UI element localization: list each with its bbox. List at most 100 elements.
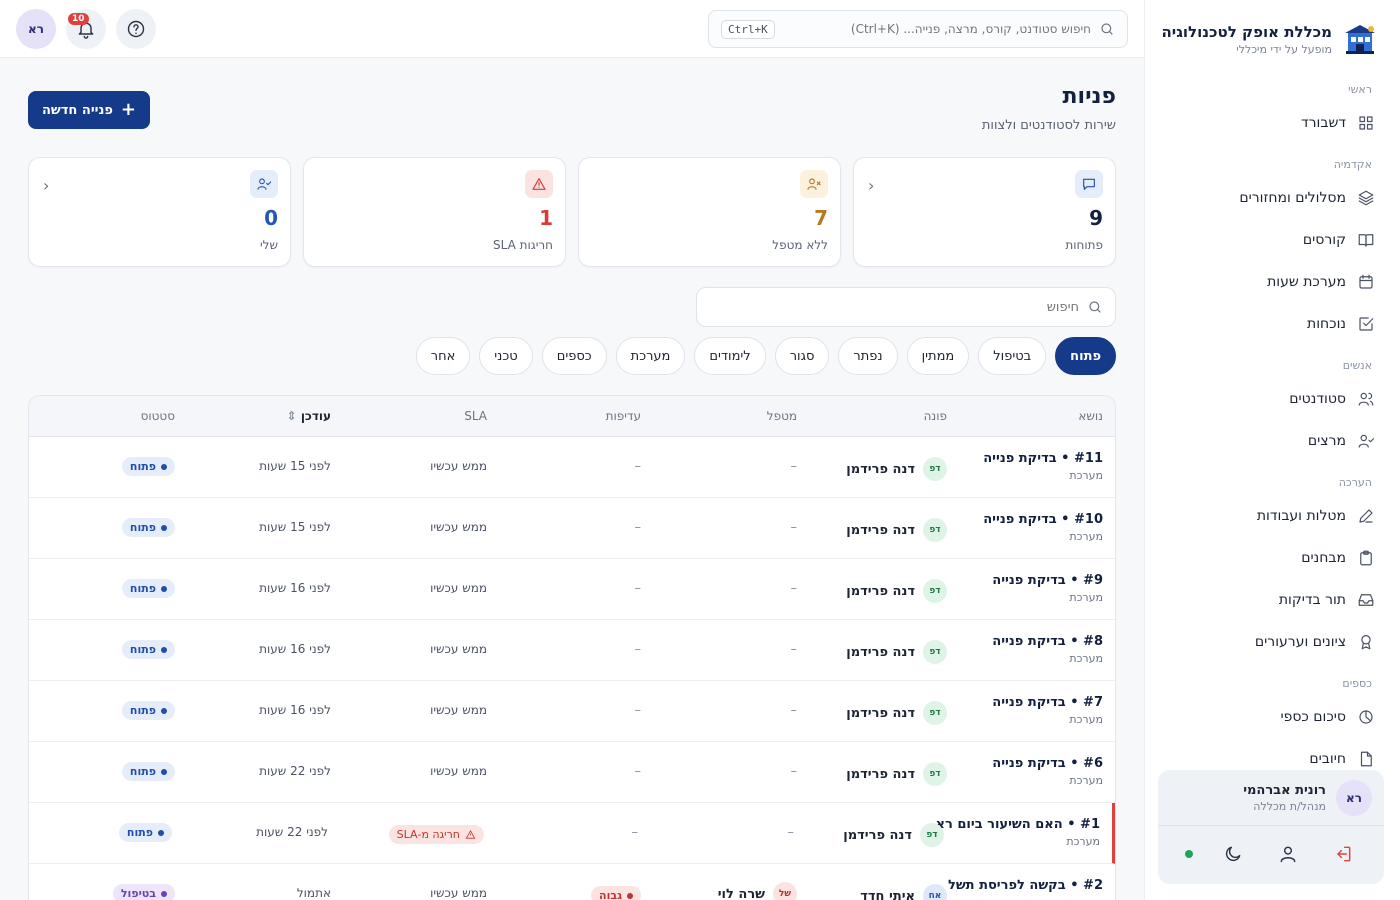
sidebar-item-attendance[interactable]: נוכחות (1145, 306, 1400, 342)
ticket-requester: דפ דנה פרידמן (846, 457, 947, 481)
status-badge: פתוח (121, 457, 175, 476)
stat-card-open[interactable]: ‹ 9 פתוחות (853, 157, 1116, 267)
dark-mode-toggle[interactable] (1218, 839, 1248, 869)
table-row[interactable]: #8 • בדיקת פנייה מערכת דפ דנה פרידמן – –… (29, 620, 1115, 681)
ticket-priority: – (635, 642, 642, 657)
ticket-sla: חריגה מ-SLA (388, 825, 484, 844)
ticket-subject[interactable]: #10 • בדיקת פנייה מערכת (953, 512, 1103, 543)
ticket-status: פתוח (121, 762, 175, 781)
status-label: פתוח (129, 521, 156, 534)
sidebar-item-courses[interactable]: קורסים (1145, 222, 1400, 258)
tickets-search-input[interactable] (709, 299, 1079, 315)
filter-chips: פתוח בטיפול ממתין נפתר סגור לימודים מערכ… (415, 337, 1116, 375)
ticket-subject[interactable]: #11 • בדיקת פנייה מערכת (953, 451, 1103, 482)
priority-value: – (634, 459, 642, 474)
table-row[interactable]: #6 • בדיקת פנייה מערכת דפ דנה פרידמן – –… (29, 742, 1115, 803)
filter-chip-open[interactable]: פתוח (1055, 337, 1116, 375)
filter-chip-in-progress[interactable]: בטיפול (978, 337, 1047, 375)
ticket-subject[interactable]: #9 • בדיקת פנייה מערכת (953, 573, 1103, 604)
table-row[interactable]: #9 • בדיקת פנייה מערכת דפ דנה פרידמן – –… (29, 559, 1115, 620)
sla-value: ממש עכשיו (430, 703, 487, 717)
filter-chip-closed[interactable]: סגור (774, 337, 830, 375)
stat-label: פתוחות (1065, 238, 1103, 252)
stat-value: 0 (264, 206, 278, 230)
ticket-subject[interactable]: #7 • בדיקת פנייה מערכת (953, 695, 1103, 726)
chevron-left-icon[interactable]: ‹ (43, 176, 49, 195)
table-row[interactable]: #1 • האם השיעור ביום רא מערכת דפ דנה פרי… (29, 803, 1115, 864)
column-header-requester[interactable]: פונה (924, 409, 947, 423)
column-header-sla[interactable]: SLA (464, 409, 487, 423)
table-row[interactable]: #10 • בדיקת פנייה מערכת דפ דנה פרידמן – … (29, 498, 1115, 559)
filter-chip-studies[interactable]: לימודים (694, 337, 766, 375)
ticket-category: מערכת (1069, 591, 1103, 604)
stat-value: 1 (539, 206, 553, 230)
sidebar-item-schedule[interactable]: מערכת שעות (1145, 264, 1400, 300)
column-header-status[interactable]: סטטוס (141, 409, 175, 423)
search-icon (1101, 23, 1113, 35)
new-ticket-button[interactable]: + פנייה חדשה (28, 91, 151, 129)
status-badge: בטיפול (112, 884, 175, 900)
table-row[interactable]: #7 • בדיקת פנייה מערכת דפ דנה פרידמן – –… (29, 681, 1115, 742)
online-status-dot (1184, 850, 1193, 858)
filter-chip-waiting[interactable]: ממתין (906, 337, 970, 375)
brand[interactable]: מכללת אופק לטכנולוגיה מופעל על ידי מיכלל… (1161, 18, 1378, 60)
sidebar-item-dashboard[interactable]: דשבורד (1145, 105, 1400, 141)
alert-icon (525, 170, 553, 198)
notifications-button[interactable]: 10 (66, 9, 106, 49)
column-header-handler[interactable]: מטפל (767, 409, 797, 423)
global-search-input[interactable] (782, 22, 1091, 36)
sidebar-item-tracks[interactable]: מסלולים ומחזורים (1145, 180, 1400, 216)
status-badge: פתוח (121, 640, 175, 659)
tickets-search[interactable] (696, 287, 1116, 327)
stat-card-mine[interactable]: ‹ 0 שלי (28, 157, 291, 267)
notifications-count-badge: 10 (68, 13, 89, 25)
user-name: רונית אברהמי (1243, 782, 1326, 798)
table-row[interactable]: #2 • בקשה לפריסת תשל כספים אח איתי חדד ש… (29, 864, 1115, 900)
ticket-subject[interactable]: #1 • האם השיעור ביום רא מערכת (936, 817, 1100, 848)
ticket-handler: – (791, 642, 798, 657)
sidebar-item-lecturers[interactable]: מרצים (1145, 423, 1400, 459)
help-button[interactable] (116, 9, 156, 49)
filter-chip-other[interactable]: אחר (415, 337, 471, 375)
column-header-subject[interactable]: נושא (1078, 409, 1103, 423)
filter-chip-system[interactable]: מערכת (615, 337, 686, 375)
sidebar-item-exams[interactable]: מבחנים (1145, 540, 1400, 576)
stat-card-sla-breaches[interactable]: 1 חריגות SLA (303, 157, 566, 267)
stat-card-unassigned[interactable]: 7 ללא מטפל (578, 157, 841, 267)
ticket-handler: של שרה לוי (718, 882, 797, 900)
ticket-requester: דפ דנה פרידמן (846, 701, 947, 725)
ticket-handler: – (791, 764, 798, 779)
ticket-status: פתוח (121, 579, 175, 598)
filter-chip-resolved[interactable]: נפתר (838, 337, 898, 375)
filter-chip-finance[interactable]: כספים (541, 337, 607, 375)
handler-value: – (790, 764, 798, 779)
sidebar-item-grades[interactable]: ציונים וערעורים (1145, 624, 1400, 660)
logout-icon (1336, 846, 1350, 862)
ticket-subject[interactable]: #8 • בדיקת פנייה מערכת (953, 634, 1103, 665)
profile-button[interactable] (1273, 839, 1303, 869)
column-header-priority[interactable]: עדיפות (606, 409, 641, 423)
user-info[interactable]: רא רונית אברהמי מנהל/ת מכללה (1158, 770, 1384, 826)
ticket-updated: לפני 15 שעות (259, 459, 331, 473)
sidebar-item-review-queue[interactable]: תור בדיקות (1145, 582, 1400, 618)
ticket-requester: דפ דנה פרידמן (846, 518, 947, 542)
sidebar-item-students[interactable]: סטודנטים (1145, 381, 1400, 417)
sidebar-item-assignments[interactable]: מטלות ועבודות (1145, 498, 1400, 534)
ticket-priority: – (635, 459, 642, 474)
pie-icon (1356, 707, 1376, 727)
ticket-subject[interactable]: #2 • בקשה לפריסת תשל כספים (948, 878, 1103, 900)
account-avatar-button[interactable]: רא (16, 9, 56, 49)
global-search[interactable]: Ctrl+K (708, 10, 1128, 48)
column-header-updated[interactable]: עודכן ⇕ (287, 409, 331, 423)
chevron-left-icon[interactable]: ‹ (868, 176, 874, 195)
handler-value: – (790, 703, 798, 718)
user-check-icon (1356, 431, 1376, 451)
sidebar-item-finance-summary[interactable]: סיכום כספי (1145, 699, 1400, 735)
logout-button[interactable] (1328, 839, 1358, 869)
avatar: דפ (923, 457, 947, 481)
sidebar-item-label: מערכת שעות (1267, 274, 1346, 290)
handler-value: – (790, 459, 798, 474)
filter-chip-technical[interactable]: טכני (479, 337, 533, 375)
ticket-subject[interactable]: #6 • בדיקת פנייה מערכת (953, 756, 1103, 787)
table-row[interactable]: #11 • בדיקת פנייה מערכת דפ דנה פרידמן – … (29, 437, 1115, 498)
